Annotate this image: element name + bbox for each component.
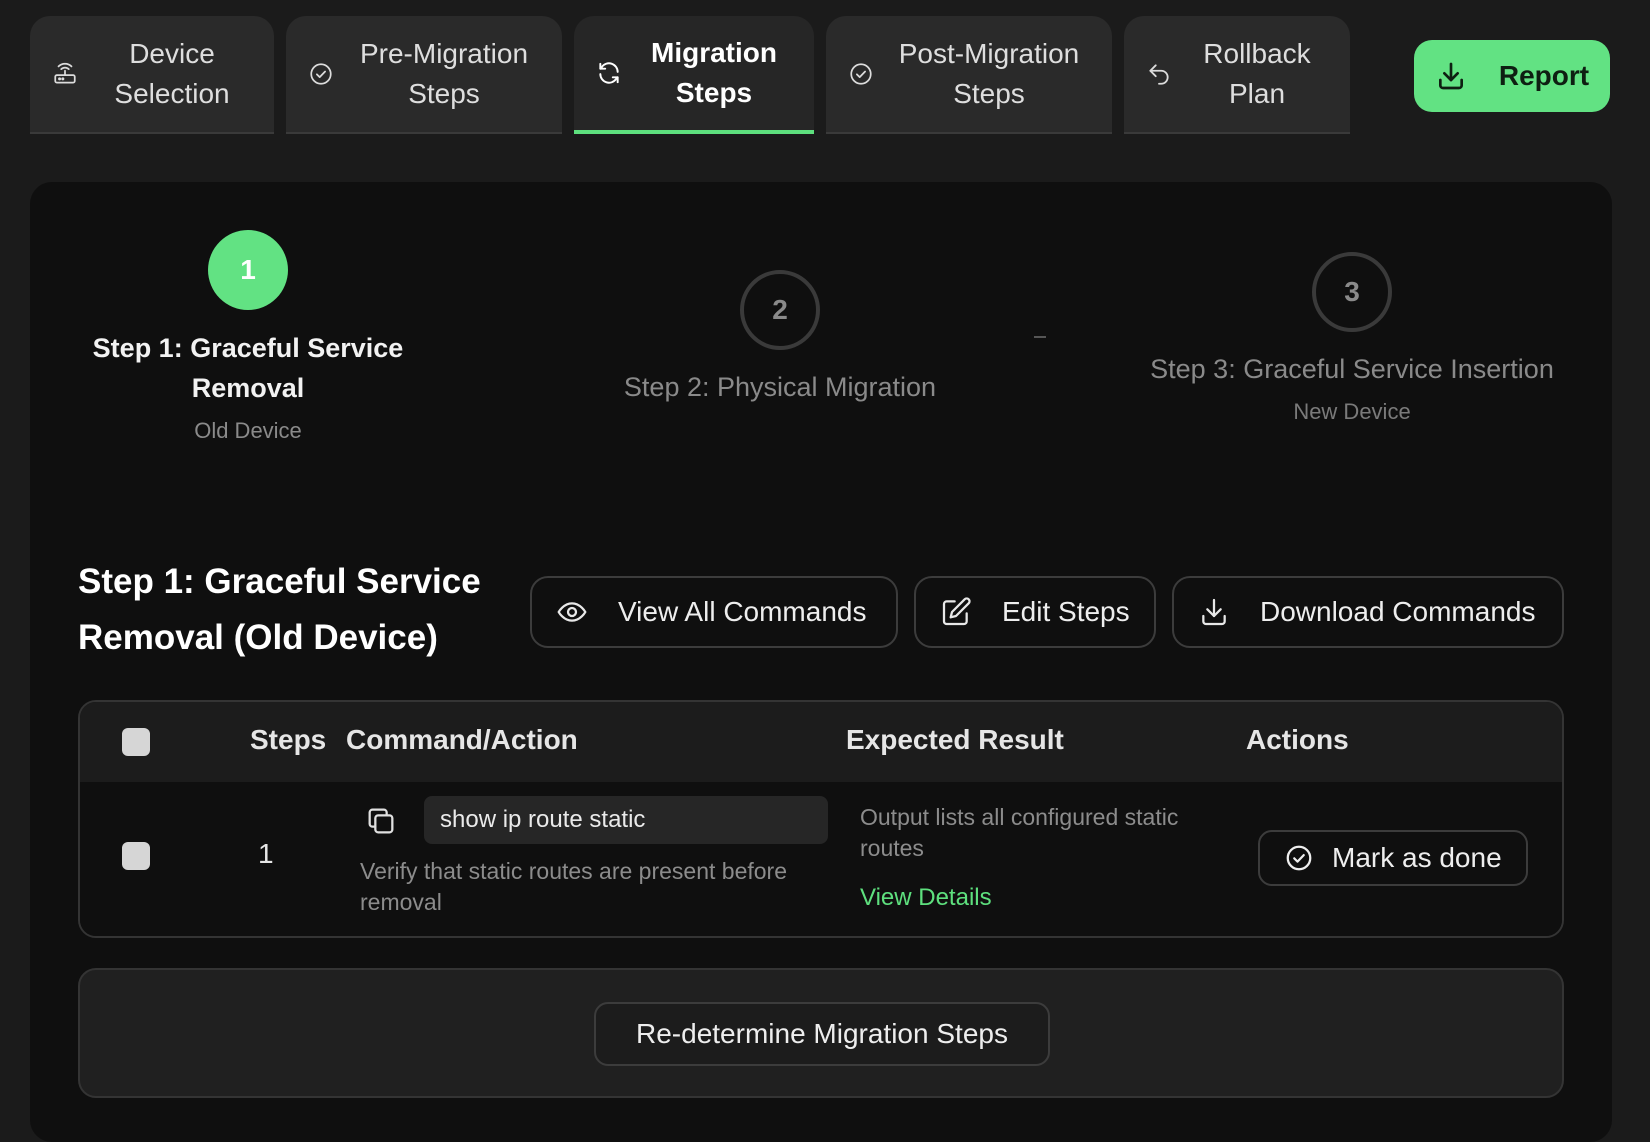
view-details-link[interactable]: View Details [860,884,992,912]
stepper-step-3[interactable]: 3 Step 3: Graceful Service Insertion New… [1132,252,1572,425]
report-button[interactable]: Report [1414,40,1610,112]
tab-label: Rollback Plan [1203,38,1311,109]
copy-icon[interactable] [364,804,398,838]
router-icon [52,61,78,87]
column-header-command: Command/Action [346,724,578,755]
migration-steps-table: Steps Command/Action Expected Result Act… [78,700,1564,938]
step-title: Step 2: Physical Migration [623,372,937,402]
tab-label: Migration Steps [651,37,777,108]
refresh-icon [596,60,622,86]
tab-device-selection[interactable]: Device Selection [30,16,274,134]
redetermine-migration-steps-button[interactable]: Re-determine Migration Steps [594,1002,1050,1066]
command-text[interactable]: show ip route static [424,796,828,844]
download-icon [1198,596,1230,628]
tab-post-migration-steps[interactable]: Post-Migration Steps [826,16,1112,134]
check-circle-icon [308,61,334,87]
eye-icon [556,596,588,628]
table-header: Steps Command/Action Expected Result Act… [80,702,1562,782]
step-connector [1034,336,1046,338]
edit-steps-button[interactable]: Edit Steps [914,576,1156,648]
download-icon [1435,60,1467,92]
check-circle-icon [1284,843,1314,873]
step-title: Step 1: Graceful Service Removal [92,333,404,403]
check-circle-icon [848,61,874,87]
tab-pre-migration-steps[interactable]: Pre-Migration Steps [286,16,562,134]
step-number-cell: 1 [258,838,274,869]
table-row: 1 show ip route static Verify that stati… [80,782,1562,936]
step-number: 2 [740,270,820,350]
view-all-commands-button[interactable]: View All Commands [530,576,898,648]
section-title: Step 1: Graceful Service Removal (Old De… [78,562,481,657]
column-header-actions: Actions [1246,724,1349,755]
bottom-action-bar: Re-determine Migration Steps [78,968,1564,1098]
mark-as-done-button[interactable]: Mark as done [1258,830,1528,886]
stepper-step-1[interactable]: 1 Step 1: Graceful Service Removal Old D… [78,230,418,444]
button-label: Edit Steps [1002,596,1130,627]
tab-rollback-plan[interactable]: Rollback Plan [1124,16,1350,134]
column-header-steps: Steps [250,724,327,755]
step-number: 1 [208,230,288,310]
report-label: Report [1498,60,1590,91]
stepper-step-2[interactable]: 2 Step 2: Physical Migration [570,270,990,403]
migration-steps-panel: 1 Step 1: Graceful Service Removal Old D… [30,182,1612,1142]
tab-migration-steps[interactable]: Migration Steps [574,16,814,134]
tab-label: Post-Migration Steps [898,38,1080,109]
step-subtitle: New Device [1293,399,1411,424]
tab-bar: Device Selection Pre-Migration Steps Mig… [30,16,1612,134]
button-label: Mark as done [1332,842,1502,873]
column-header-expected: Expected Result [846,724,1064,755]
select-all-checkbox[interactable] [122,728,150,756]
tab-label: Pre-Migration Steps [359,38,529,109]
expected-result: Output lists all configured static route… [860,804,1179,861]
edit-icon [940,596,972,628]
step-subtitle: Old Device [194,418,302,443]
button-label: View All Commands [618,596,867,627]
download-commands-button[interactable]: Download Commands [1172,576,1564,648]
step-number: 3 [1312,252,1392,332]
command-description: Verify that static routes are present be… [360,858,788,915]
tab-label: Device Selection [114,38,230,109]
row-checkbox[interactable] [122,842,150,870]
undo-icon [1146,61,1172,87]
step-title: Step 3: Graceful Service Insertion [1150,354,1554,384]
button-label: Download Commands [1260,596,1536,627]
